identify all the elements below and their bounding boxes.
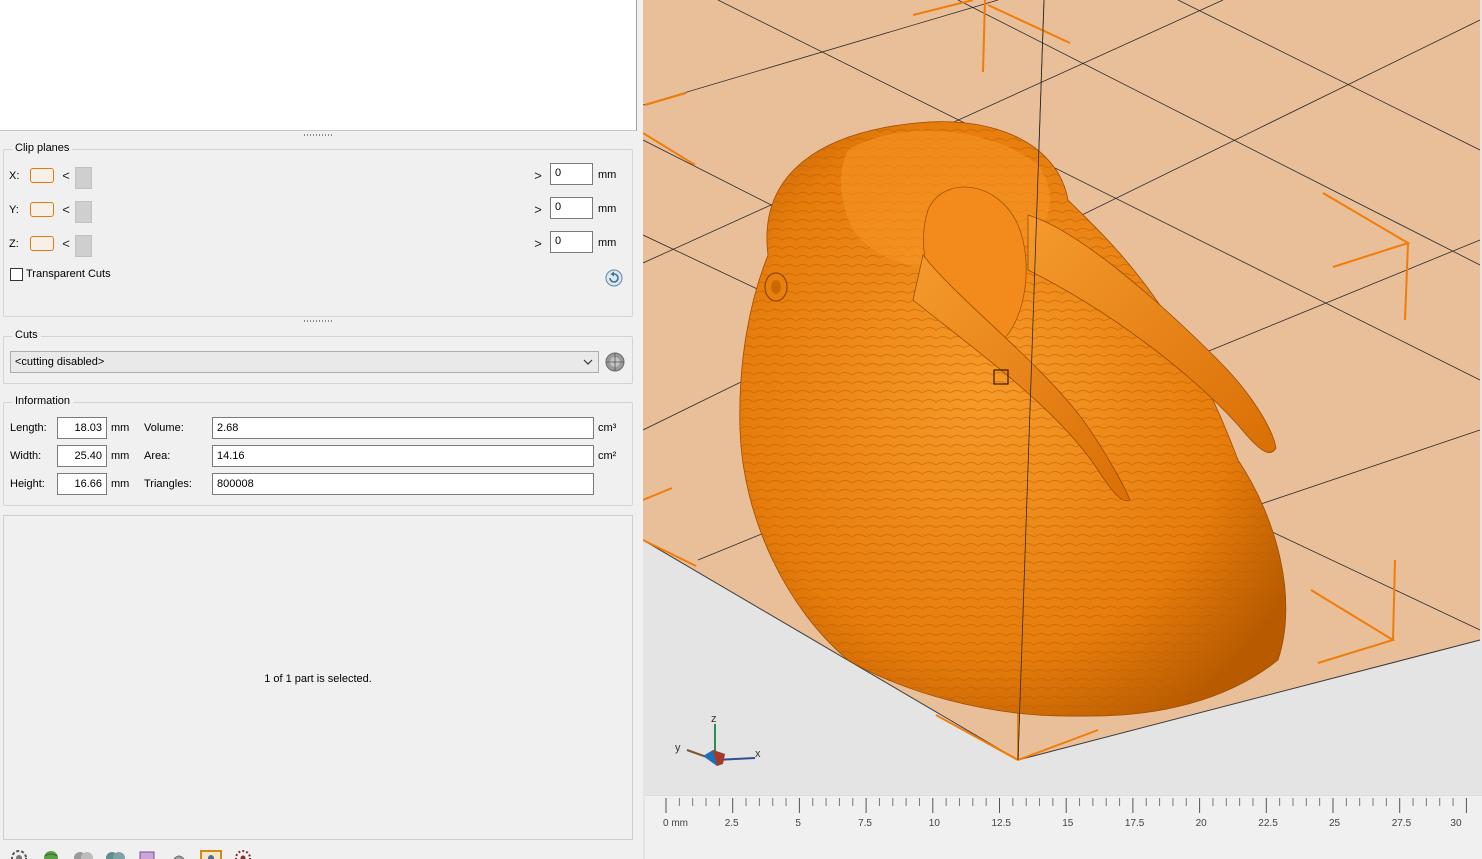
length-value: 18.03 — [57, 417, 107, 439]
length-unit: mm — [111, 422, 130, 434]
clip-y-unit: mm — [598, 203, 617, 215]
clip-z-slider-thumb[interactable] — [75, 235, 92, 257]
panel-splitter-top[interactable] — [0, 132, 637, 138]
clip-z-increase-button[interactable]: > — [532, 235, 544, 253]
clip-row-x: X: < > 0 mm — [0, 163, 638, 189]
clip-x-increase-button[interactable]: > — [532, 167, 544, 185]
clip-y-color-swatch[interactable] — [30, 202, 54, 217]
view-frame-icon[interactable] — [198, 848, 224, 859]
clip-row-z: Z: < > 0 mm — [0, 231, 638, 257]
volume-value: 2.68 — [212, 417, 594, 439]
scene[interactable] — [643, 0, 1482, 859]
clip-x-unit: mm — [598, 169, 617, 181]
length-label: Length: — [10, 422, 47, 434]
ruler-label: 2.5 — [724, 818, 739, 829]
panel-splitter-mid[interactable] — [0, 318, 637, 324]
ruler-label: 15 — [1062, 818, 1074, 829]
ruler-label: 12.5 — [991, 818, 1011, 829]
volume-label: Volume: — [144, 422, 184, 434]
triangles-value: 800008 — [212, 473, 594, 495]
height-value: 16.66 — [57, 473, 107, 495]
area-unit: cm² — [598, 450, 617, 462]
width-value: 25.40 — [57, 445, 107, 467]
triangles-label: Triangles: — [144, 478, 192, 490]
ruler-label: 25 — [1329, 818, 1341, 829]
clip-row-y: Y: < > 0 mm — [0, 197, 638, 223]
3d-viewport[interactable]: z y x — [638, 0, 1482, 859]
axis-gizmo: z y x — [673, 712, 768, 777]
ruler-label: 22.5 — [1258, 818, 1278, 829]
ruler-label: 17.5 — [1124, 818, 1145, 829]
spheres-icon[interactable] — [70, 848, 96, 859]
gizmo-y-label: y — [675, 742, 681, 754]
clip-y-slider[interactable] — [75, 201, 530, 223]
cuts-dropdown[interactable]: <cutting disabled> — [10, 351, 599, 373]
clip-z-decrease-button[interactable]: < — [60, 235, 72, 253]
ruler-label: 27.5 — [1391, 818, 1412, 829]
ruler-label: 7.5 — [858, 818, 872, 829]
properties-panel: Clip planes X: < > 0 mm Y: < > 0 mm Z: <… — [0, 0, 638, 859]
cuts-title: Cuts — [12, 329, 41, 341]
height-label: Height: — [10, 478, 45, 490]
volume-unit: cm³ — [598, 422, 617, 434]
reset-clip-planes-icon[interactable] — [605, 269, 623, 287]
clip-x-slider-thumb[interactable] — [75, 167, 92, 189]
transparent-cuts-label: Transparent Cuts — [26, 268, 111, 280]
clip-planes-title: Clip planes — [12, 142, 73, 154]
clip-x-slider[interactable] — [75, 167, 530, 189]
ruler-ticks — [665, 798, 1467, 813]
clip-x-input[interactable]: 0 — [550, 163, 593, 185]
ruler-label: 5 — [795, 818, 801, 829]
clip-z-slider[interactable] — [75, 235, 530, 257]
axis-gizmo-graphic — [686, 724, 756, 766]
clip-y-slider-thumb[interactable] — [75, 201, 92, 223]
width-label: Width: — [10, 450, 42, 462]
gear-grid-icon[interactable] — [230, 848, 256, 859]
width-unit: mm — [111, 450, 130, 462]
clip-x-label: X: — [9, 170, 20, 182]
cube-icon[interactable] — [134, 848, 160, 859]
settings-gear-icon[interactable] — [6, 848, 32, 859]
selection-status-box: 1 of 1 part is selected. — [3, 515, 633, 840]
clip-x-color-swatch[interactable] — [30, 168, 54, 183]
clip-z-label: Z: — [9, 238, 19, 250]
globe-icon[interactable] — [38, 848, 64, 859]
clip-z-unit: mm — [598, 237, 617, 249]
dome-icon[interactable] — [166, 848, 192, 859]
ruler-label: 20 — [1195, 818, 1207, 829]
measurement-ruler: 0 mm 2.5 5 7.5 10 12.5 15 17.5 20 22.5 25 27.5 30 — [645, 795, 1482, 859]
clip-y-input[interactable]: 0 — [550, 197, 593, 219]
clip-z-input[interactable]: 0 — [550, 231, 593, 253]
view-toolbar — [0, 845, 638, 859]
height-unit: mm — [111, 478, 130, 490]
gizmo-x-label: x — [755, 748, 761, 760]
clip-y-decrease-button[interactable]: < — [60, 201, 72, 219]
cut-tool-icon[interactable] — [603, 351, 627, 373]
clip-z-color-swatch[interactable] — [30, 236, 54, 251]
clip-y-label: Y: — [9, 204, 19, 216]
area-label: Area: — [144, 450, 171, 462]
cuts-selected-value: <cutting disabled> — [15, 356, 105, 368]
gizmo-z-label: z — [711, 713, 717, 725]
area-value: 14.16 — [212, 445, 594, 467]
information-title: Information — [12, 395, 74, 407]
chevron-down-icon — [583, 359, 593, 365]
selection-status-text: 1 of 1 part is selected. — [264, 673, 372, 685]
clip-x-decrease-button[interactable]: < — [60, 167, 72, 185]
clip-y-increase-button[interactable]: > — [532, 201, 544, 219]
ruler-label: 30 — [1450, 818, 1462, 829]
parts-list[interactable] — [0, 0, 637, 131]
ruler-label: 10 — [928, 818, 940, 829]
ruler-label: 0 mm — [663, 818, 688, 829]
shaded-spheres-icon[interactable] — [102, 848, 128, 859]
transparent-cuts-box[interactable] — [10, 268, 23, 281]
